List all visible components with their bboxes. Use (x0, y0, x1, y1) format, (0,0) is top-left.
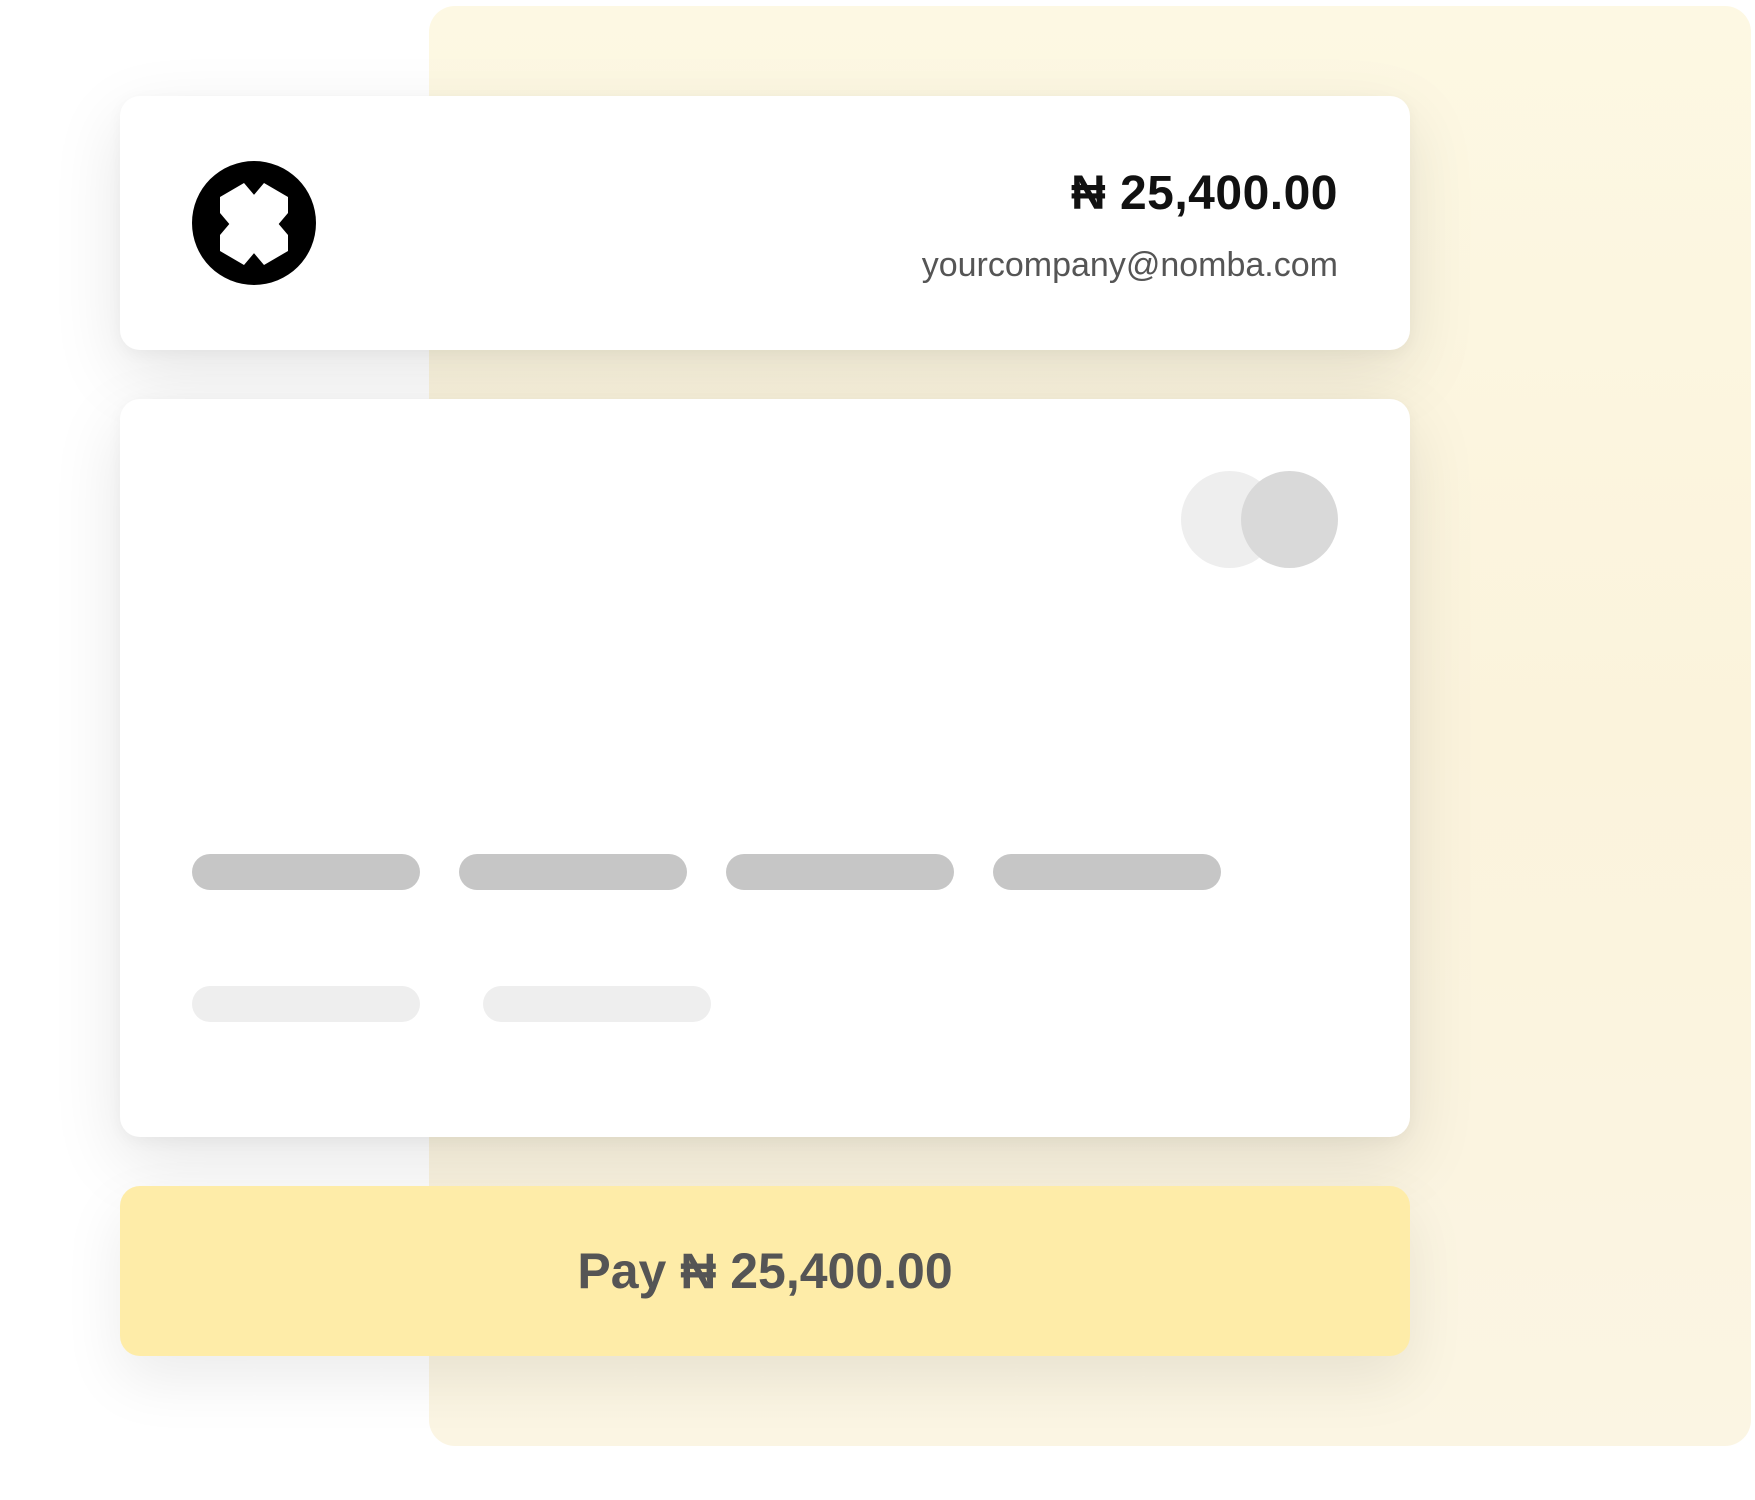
card-number-group-1-placeholder (192, 854, 420, 890)
merchant-header-card: ₦ 25,400.00 yourcompany@nomba.com (120, 96, 1410, 350)
card-number-group-4-placeholder (993, 854, 1221, 890)
card-expiry-placeholder (483, 986, 711, 1022)
card-details-placeholder (120, 399, 1410, 1137)
merchant-email: yourcompany@nomba.com (921, 246, 1338, 284)
card-holder-placeholder (192, 986, 420, 1022)
card-number-group-2-placeholder (459, 854, 687, 890)
card-number-group-3-placeholder (726, 854, 954, 890)
x-logo-icon (220, 183, 288, 265)
card-network-icon (1181, 471, 1341, 569)
pay-button-label: Pay ₦ 25,400.00 (577, 1243, 953, 1299)
merchant-logo-icon (192, 161, 316, 285)
pay-button[interactable]: Pay ₦ 25,400.00 (120, 1186, 1410, 1356)
card-network-circle-right (1241, 471, 1338, 568)
checkout-amount: ₦ 25,400.00 (1070, 167, 1338, 220)
checkout-preview: ₦ 25,400.00 yourcompany@nomba.com Pay ₦ … (0, 0, 1755, 1500)
